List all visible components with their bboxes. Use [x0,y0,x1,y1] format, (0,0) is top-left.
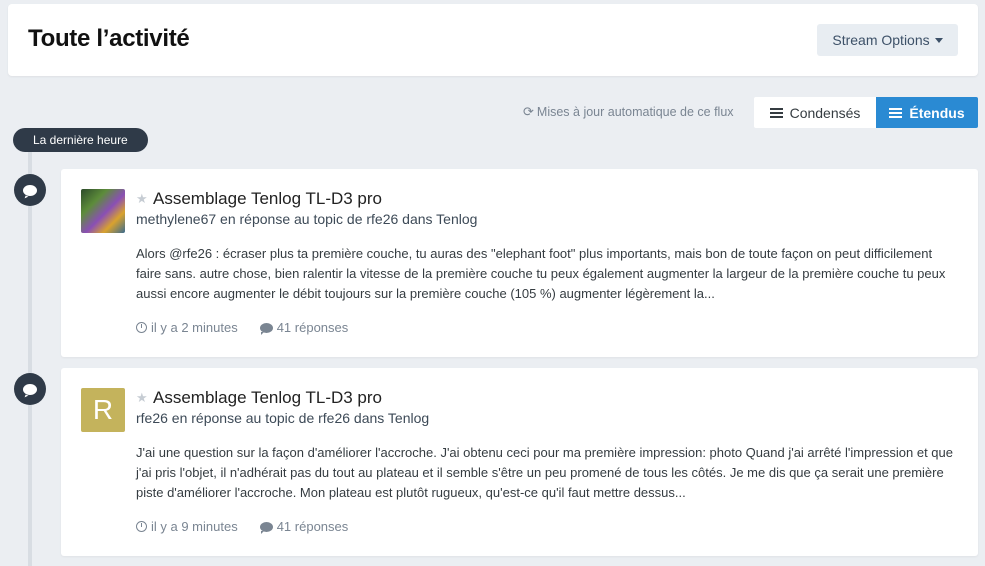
item-replies-label: 41 réponses [276,320,349,335]
view-toggle: Condensés Étendus [754,97,978,128]
view-expanded-button[interactable]: Étendus [876,97,978,128]
list-icon [889,107,903,118]
timeline-period-label: La dernière heure [13,128,148,152]
timeline-line [28,150,32,566]
star-icon: ★ [136,191,148,206]
item-replies[interactable]: 41 réponses [259,320,349,335]
list-icon [769,107,783,118]
activity-item: ★ Assemblage Tenlog TL-D3 pro methylene6… [61,169,978,357]
refresh-icon: ⟳ [523,104,534,119]
auto-update-link[interactable]: ⟳ Mises à jour automatique de ce flux [523,104,734,120]
item-title-link[interactable]: Assemblage Tenlog TL-D3 pro [153,189,382,209]
page-title: Toute l’activité [28,25,190,52]
comment-icon [14,373,46,405]
clock-icon [136,521,147,532]
star-icon: ★ [136,390,148,405]
item-meta: il y a 2 minutes 41 réponses [136,320,348,335]
item-subtitle: methylene67 en réponse au topic de rfe26… [136,211,478,227]
avatar[interactable] [81,189,125,233]
item-title-link[interactable]: Assemblage Tenlog TL-D3 pro [153,388,382,408]
item-time-label: il y a 2 minutes [151,320,238,335]
item-time-label: il y a 9 minutes [151,519,238,534]
caret-down-icon [934,38,943,43]
item-snippet: J'ai une question sur la façon d'amélior… [136,445,953,500]
item-snippet: Alors @rfe26 : écraser plus ta première … [136,246,946,301]
item-replies[interactable]: 41 réponses [259,519,349,534]
comment-icon [259,322,273,335]
page-header: Toute l’activité Stream Options [8,4,978,76]
comment-icon [259,521,273,534]
clock-icon [136,322,147,333]
item-time: il y a 2 minutes [136,320,238,335]
view-expanded-label: Étendus [909,104,965,121]
activity-item: R ★ Assemblage Tenlog TL-D3 pro rfe26 en… [61,368,978,556]
avatar[interactable]: R [81,388,125,432]
item-subtitle: rfe26 en réponse au topic de rfe26 dans … [136,410,430,426]
item-time: il y a 9 minutes [136,519,238,534]
auto-update-label: Mises à jour automatique de ce flux [536,105,734,119]
stream-options-label: Stream Options [832,32,930,48]
item-replies-label: 41 réponses [276,519,349,534]
view-condensed-button[interactable]: Condensés [754,97,876,128]
view-condensed-label: Condensés [789,104,861,121]
stream-options-button[interactable]: Stream Options [817,24,958,56]
comment-icon [14,174,46,206]
item-meta: il y a 9 minutes 41 réponses [136,519,348,534]
